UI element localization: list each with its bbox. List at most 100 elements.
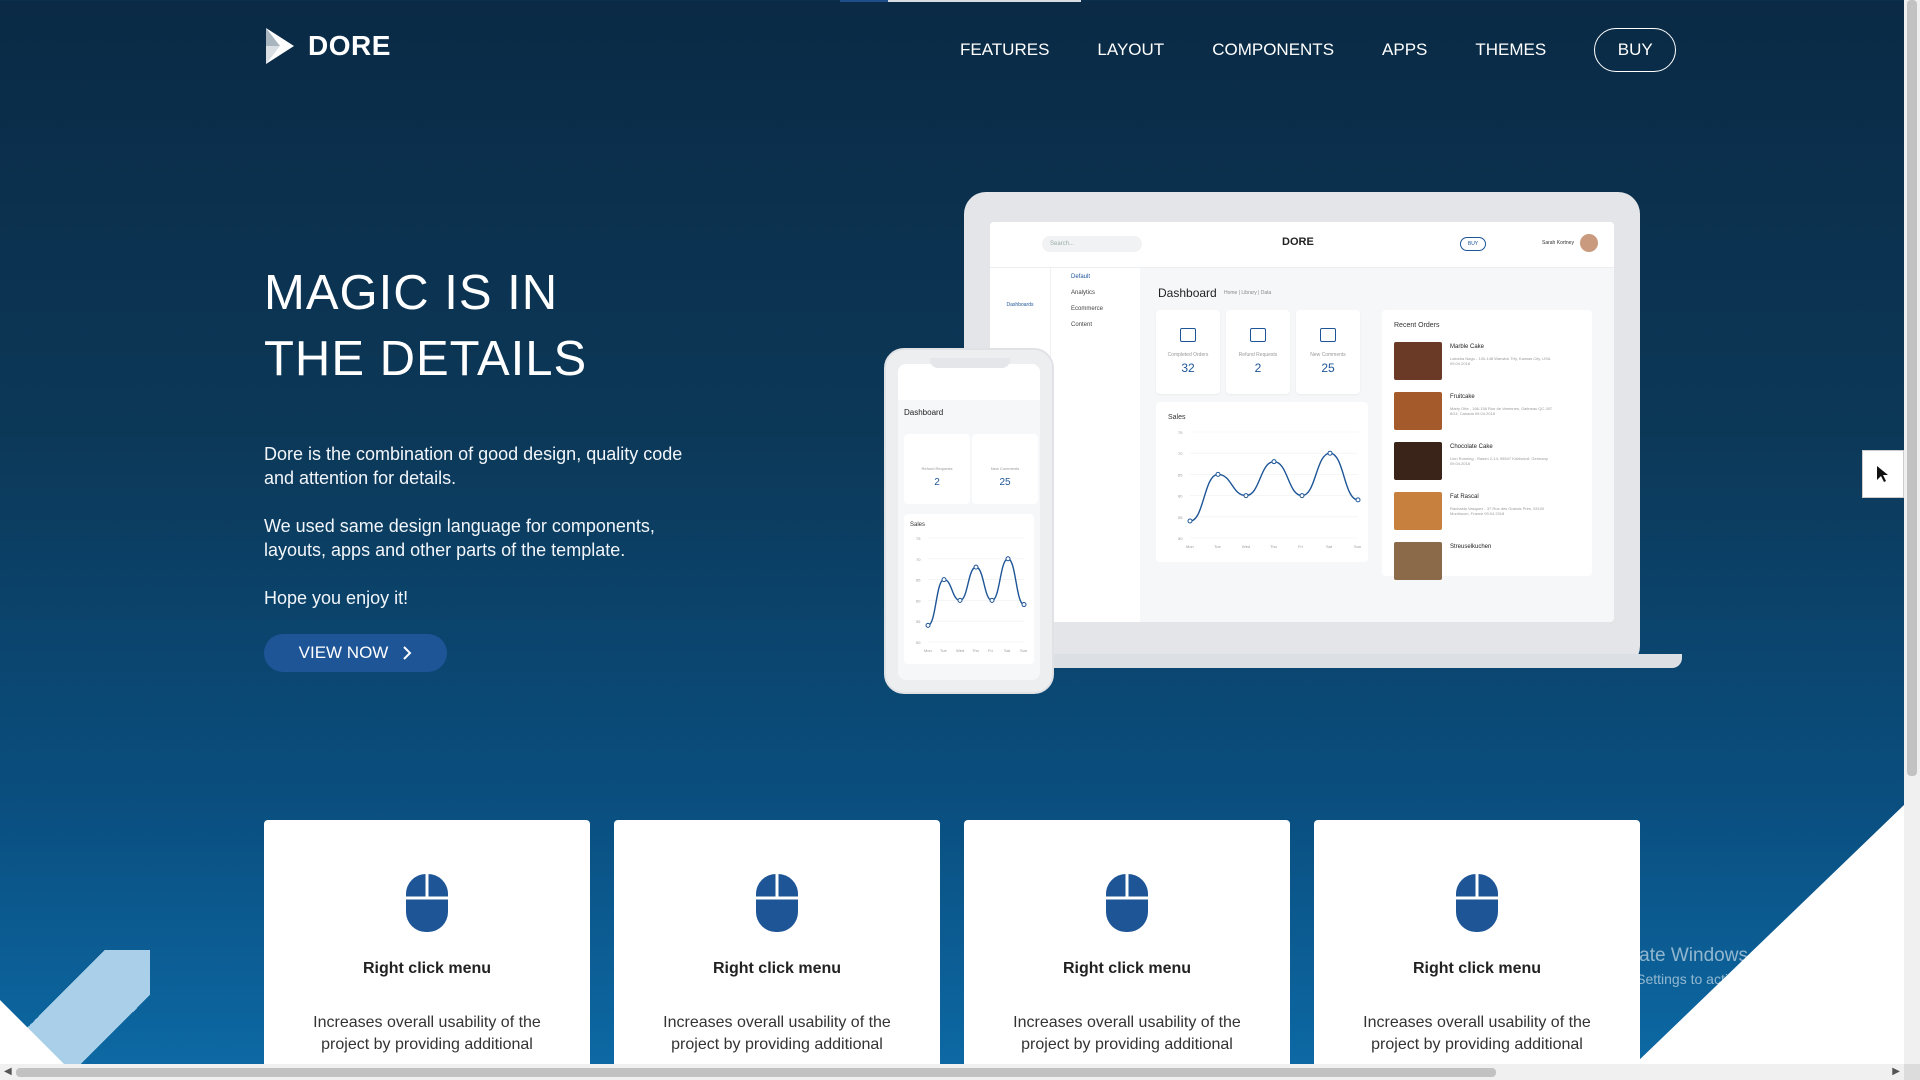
basket-icon	[1180, 328, 1196, 342]
mockup-user: Sarah Kortney	[1542, 240, 1574, 246]
scroll-left-arrow-icon[interactable]: ◀	[4, 1066, 12, 1077]
buy-button[interactable]: BUY	[1594, 28, 1677, 72]
mockup-order-item: Fruitcake Marty Otte - 166-158 Rue de Var…	[1394, 392, 1584, 434]
nav-layout[interactable]: LAYOUT	[1097, 28, 1164, 72]
chart-point	[1021, 602, 1027, 608]
phone-stat-card: New Comments 25	[972, 434, 1038, 504]
horizontal-scrollbar[interactable]: ◀ ▶	[0, 1064, 1904, 1080]
mockup-order-address: Linn Ronning - Rasen 2-14, 98547 Kühlsdo…	[1450, 456, 1548, 466]
phone-sales-chart: 50 55 60 65 70 75 Mon Tue Wed Thu Fri Sat Sun	[916, 536, 1027, 653]
chart-point	[1271, 459, 1277, 465]
phone-sales-title: Sales	[910, 522, 926, 528]
nav-apps[interactable]: APPS	[1382, 28, 1427, 72]
chart-tick-label: 55	[1178, 515, 1183, 520]
phone-stat-label: New Comments	[990, 466, 1020, 471]
chart-day-label: Thu	[1270, 544, 1277, 549]
feature-card: Right click menu Increases overall usabi…	[614, 820, 940, 1064]
mockup-stat-card: Completed Orders 32	[1156, 310, 1220, 394]
vertical-scrollbar[interactable]	[1904, 0, 1920, 1064]
feature-title: Right click menu	[712, 960, 842, 977]
mockup-sales-chart: 50 55 60 65 70 75 Mon Tue Wed Thu Fri Sat Sun	[1178, 430, 1361, 549]
chart-tick-label: 65	[916, 578, 921, 583]
mockup-order-address: Rachaela Vasquez - 37 Rue des Grands Pré…	[1450, 506, 1545, 516]
phone-mockup: Dashboard Refund Requests 2 New Comments…	[884, 348, 1054, 694]
mouse-icon	[1456, 874, 1498, 932]
mockup-sub-content: Content	[1071, 322, 1093, 328]
scroll-right-arrow-icon[interactable]: ▶	[1892, 1066, 1900, 1077]
chart-day-label: Sun	[1020, 648, 1027, 653]
mockup-order-thumbnail	[1394, 492, 1442, 530]
chart-point	[957, 597, 963, 603]
mockup-avatar	[1580, 234, 1598, 252]
chart-day-label: Tue	[940, 648, 948, 653]
phone-sales-card: Sales 50 55 60 65 70 75 Mon Tue Wed Thu Fri Sat Sun	[904, 514, 1034, 664]
nav-components[interactable]: COMPONENTS	[1212, 28, 1334, 72]
scrollbar-corner	[1904, 1064, 1920, 1080]
mockup-breadcrumb: Home | Library | Data	[1224, 290, 1272, 296]
mockup-order-address: Marty Otte - 166-158 Rue de Varennes, Ga…	[1450, 406, 1553, 416]
dore-logo-icon	[266, 28, 294, 64]
mockup-order-name: Fruitcake	[1450, 394, 1475, 400]
mockup-stat-label: Completed Orders	[1167, 352, 1209, 358]
hero-paragraph-2: We used same design language for compone…	[264, 516, 655, 560]
view-now-button[interactable]: VIEW NOW	[264, 634, 447, 672]
chart-tick-label: 70	[1178, 451, 1183, 456]
mockup-stat-value: 2	[1254, 361, 1262, 375]
chart-point	[1187, 518, 1193, 524]
mockup-orders-title: Recent Orders	[1394, 322, 1440, 329]
mockup-recent-orders: Recent Orders Marble Cake Latosha Nagu - …	[1382, 310, 1592, 580]
view-now-label: VIEW NOW	[298, 643, 389, 662]
mockup-order-name: Marble Cake	[1450, 344, 1485, 350]
brand-logo[interactable]: DORE	[264, 26, 391, 66]
chart-tick-label: 60	[1178, 494, 1183, 499]
feature-desc: Increases overall usability of the proje…	[313, 1014, 541, 1053]
features-row: Right click menu Increases overall usabi…	[264, 820, 1640, 1064]
phone-stat-value: 25	[999, 477, 1011, 488]
chart-tick-label: 70	[916, 557, 921, 562]
chart-tick-label: 60	[916, 598, 921, 603]
phone-stat-label: Refund Requests	[921, 466, 953, 471]
nav-features[interactable]: FEATURES	[960, 28, 1049, 72]
mockup-sub-default: Default	[1071, 274, 1091, 280]
chart-day-label: Fri	[1298, 544, 1303, 549]
chart-point	[973, 564, 979, 570]
feature-title: Right click menu	[1412, 960, 1542, 977]
horizontal-scroll-thumb[interactable]	[16, 1068, 1496, 1077]
chart-tick-label: 50	[916, 640, 921, 645]
mockup-sales-card: Sales 50 55 60 65 70 75 Mon Tue Wed Thu Fri Sat Sun	[1156, 402, 1368, 562]
watermark-title: Activate Windows	[1598, 945, 1748, 966]
feature-card: Right click menu Increases overall usabi…	[264, 820, 590, 1064]
feature-desc: Increases overall usability of the proje…	[1013, 1014, 1241, 1053]
chart-day-label: Tue	[1214, 544, 1222, 549]
side-widget-button[interactable]	[1862, 450, 1904, 498]
chart-point	[925, 622, 931, 628]
chart-point	[1299, 493, 1305, 499]
windows-activation-watermark: Activate Windows Go to Settings to activ…	[1598, 945, 1819, 987]
mouse-icon	[756, 874, 798, 932]
mockup-order-thumbnail	[1394, 342, 1442, 380]
hero-title-line2: THE DETAILS	[264, 332, 588, 386]
vertical-scroll-thumb[interactable]	[1907, 0, 1917, 776]
chart-day-label: Wed	[956, 648, 964, 653]
hero-paragraph-3: Hope you enjoy it!	[264, 588, 409, 608]
feature-desc: Increases overall usability of the proje…	[663, 1014, 891, 1053]
chart-tick-label: 50	[1178, 536, 1183, 541]
nav-themes[interactable]: THEMES	[1475, 28, 1546, 72]
feature-card: Right click menu Increases overall usabi…	[1314, 820, 1640, 1064]
chart-tick-label: 65	[1178, 472, 1183, 477]
mockup-order-thumbnail	[1394, 392, 1442, 430]
feature-card: Right click menu Increases overall usabi…	[964, 820, 1290, 1064]
mockup-sub-analytics: Analytics	[1071, 290, 1096, 296]
hero-title: MAGIC IS IN THE DETAILS	[264, 260, 587, 392]
mockup-order-item: Fat Rascal Rachaela Vasquez - 37 Rue des …	[1394, 492, 1584, 534]
phone-notch	[930, 358, 1010, 368]
chart-point	[1355, 497, 1361, 503]
laptop-screen: Search... DORE BUY Sarah Kortney Dashboa…	[990, 222, 1614, 622]
mockup-order-name: Streuselkuchen	[1450, 544, 1492, 550]
chart-day-label: Sat	[1004, 648, 1011, 653]
feature-desc: Increases overall usability of the proje…	[1363, 1014, 1591, 1053]
mockup-stat-label: Refund Requests	[1238, 352, 1278, 358]
laptop-base	[1018, 654, 1682, 668]
mockup-stat-card: New Comments 25	[1296, 310, 1360, 394]
laptop-mockup: Search... DORE BUY Sarah Kortney Dashboa…	[964, 192, 1640, 668]
